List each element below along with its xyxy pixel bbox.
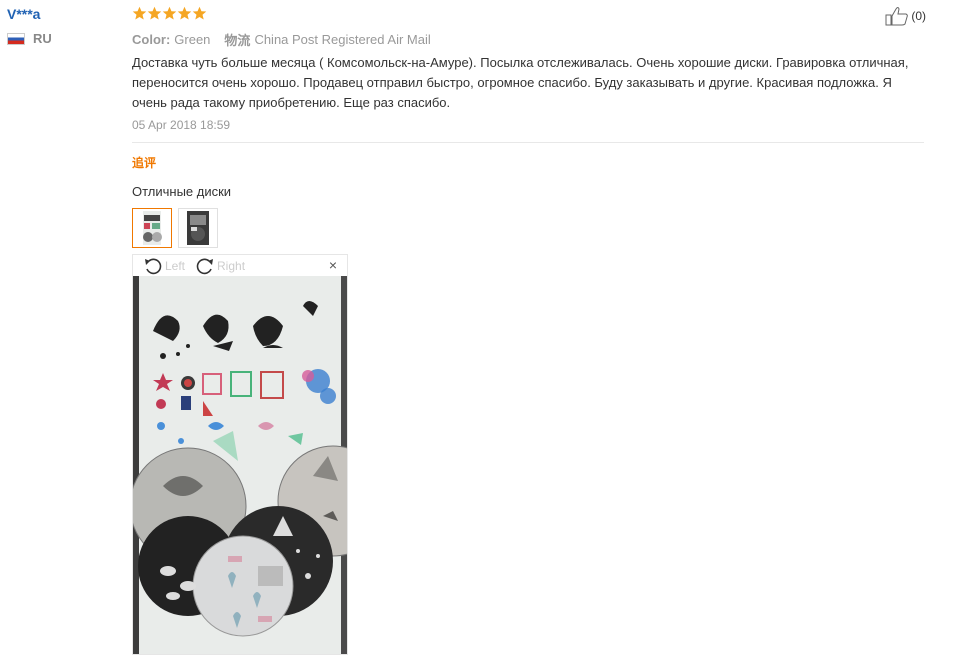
color-label: Color:: [132, 32, 171, 47]
close-viewer-button[interactable]: ×: [329, 257, 337, 273]
photo-viewer: Left Right ×: [132, 254, 348, 655]
followup-title: 追评: [132, 156, 157, 170]
shipping-label: 物流: [224, 33, 251, 48]
star-icon: [162, 6, 177, 20]
star-icon: [147, 6, 162, 20]
photo-thumbnails: [132, 208, 924, 248]
star-icon: [177, 6, 192, 20]
star-icon: [192, 6, 207, 20]
photo-thumbnail-1-image: [133, 209, 171, 247]
review-photo: [133, 276, 347, 654]
rotate-right-button[interactable]: Right: [195, 257, 245, 275]
rotate-right-label: Right: [217, 258, 246, 273]
russia-flag-icon: [7, 32, 25, 45]
review-text: Доставка чуть больше месяца ( Комсомольс…: [132, 55, 909, 110]
review-date: 05 Apr 2018 18:59: [132, 118, 231, 132]
helpful-like-button[interactable]: (0): [885, 6, 926, 26]
reviewer-info: V***a RU: [7, 6, 117, 46]
divider: [132, 142, 924, 143]
order-meta: Color: Green 物流 China Post Registered Ai…: [132, 30, 924, 49]
rotate-left-button[interactable]: Left: [143, 257, 185, 275]
feedback-page: V***a RU Color: Green 物流 China Post Regi…: [0, 0, 953, 660]
followup-text: Отличные диски: [132, 184, 232, 199]
color-value: Green: [174, 32, 211, 47]
thumbs-up-icon: [885, 7, 909, 26]
reviewer-name[interactable]: V***a: [7, 6, 117, 22]
photo-thumbnail-1[interactable]: [132, 208, 172, 248]
photo-thumbnail-2[interactable]: [178, 208, 218, 248]
country-code: RU: [33, 31, 52, 46]
rotate-left-label: Left: [165, 258, 186, 273]
photo-thumbnail-2-image: [179, 209, 217, 247]
reviewer-country: RU: [7, 31, 117, 46]
viewer-toolbar: Left Right ×: [133, 255, 347, 276]
star-rating: [132, 6, 924, 22]
shipping-value: China Post Registered Air Mail: [254, 32, 431, 47]
rotate-left-icon: [145, 258, 162, 274]
feedback-content: Color: Green 物流 China Post Registered Ai…: [132, 6, 924, 655]
star-icon: [132, 6, 147, 20]
like-count: (0): [911, 9, 926, 23]
rotate-right-icon: [196, 258, 214, 274]
